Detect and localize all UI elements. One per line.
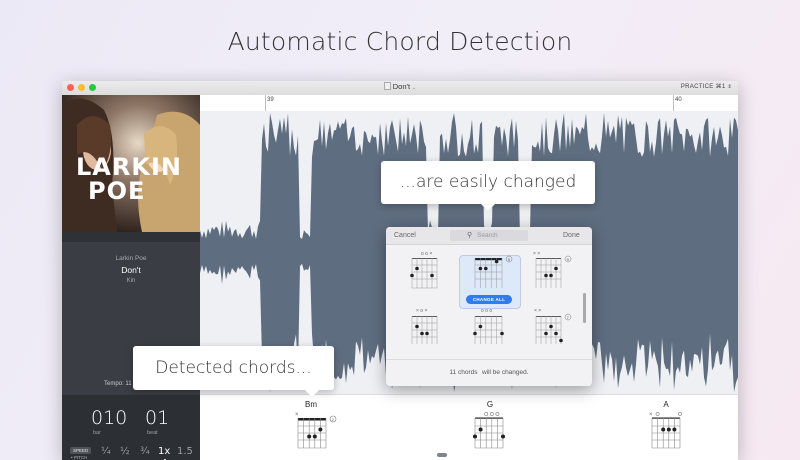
chord-picker-popover: Cancel ⚲ Search Done o o × 5 × × 9 × o ×…	[386, 227, 592, 386]
voicing-2-3: × × 7	[534, 308, 572, 344]
chord-diagram-bm[interactable]: × 2	[295, 410, 339, 450]
cover-text-line2: POE	[88, 177, 146, 205]
chevron-down-icon[interactable]: ⌄	[412, 85, 416, 91]
voicing-1-1: o o ×	[410, 251, 438, 289]
svg-text:o o ×: o o ×	[421, 251, 432, 257]
updown-chevron-icon[interactable]: ⇕	[728, 84, 733, 90]
speed-quarter-button[interactable]: ¼	[101, 446, 111, 457]
picker-scrollbar[interactable]	[583, 293, 586, 323]
chord-diagram-a[interactable]: ×	[649, 410, 687, 450]
svg-text:×: ×	[295, 412, 299, 418]
timeline-ruler[interactable]: 39 40	[200, 95, 738, 112]
done-button[interactable]: Done	[563, 232, 580, 239]
album-cover: LARKIN POE	[62, 95, 200, 232]
callout-detected-text: Detected chords...	[155, 358, 312, 378]
chord-label-a[interactable]: A	[651, 400, 681, 409]
change-all-button[interactable]: CHANGE ALL	[466, 295, 512, 304]
tempo-label: Tempo: 11	[104, 381, 132, 387]
voicing-1-2: 5	[474, 255, 513, 288]
speed-half-button[interactable]: ½	[120, 446, 130, 457]
voicing-2-1: × o ×	[411, 308, 438, 344]
bar-marker-40: 40	[675, 97, 682, 103]
svg-text:× ×: × ×	[533, 251, 540, 257]
speed-toggle[interactable]: SPEED	[70, 447, 92, 454]
cover-text-line1: LARKIN	[76, 153, 182, 181]
chord-label-g[interactable]: G	[475, 400, 505, 409]
callout-detected: Detected chords...	[133, 346, 334, 390]
practice-menu[interactable]: PRACTICE ⌘1	[681, 84, 726, 90]
title-bar: Don't ⌄ PRACTICE ⌘1 ⇕	[62, 81, 738, 96]
search-icon: ⚲	[467, 232, 473, 239]
chord-lane: Bm × 2 G A ×	[200, 394, 738, 460]
position-counter: 010 bar 01 beat SPEED • PITCH ¼ ½ ¾ 1x 1…	[62, 395, 200, 460]
album-name: Kin	[126, 278, 136, 284]
speed-three-quarter-button[interactable]: ¾	[140, 446, 150, 457]
callout-changed-text: ...are easily changed	[399, 172, 577, 192]
cancel-button[interactable]: Cancel	[394, 232, 416, 239]
callout-changed-pointer	[481, 204, 495, 211]
chord-label-bm[interactable]: Bm	[296, 400, 326, 409]
artist-name: Larkin Poe	[115, 255, 147, 262]
svg-text:9: 9	[567, 257, 570, 262]
picker-footer: 11 chords will be changed.	[386, 359, 592, 386]
bar-label: bar	[93, 430, 101, 436]
song-title: Don't	[121, 265, 141, 275]
svg-text:× o ×: × o ×	[416, 308, 427, 314]
change-count-suffix: will be changed.	[481, 369, 529, 376]
pitch-toggle[interactable]: • PITCH	[71, 455, 87, 460]
bar-value: 010	[91, 407, 128, 429]
beat-value: 01	[145, 407, 170, 429]
scroll-handle[interactable]	[437, 453, 447, 457]
search-field[interactable]: ⚲ Search	[450, 230, 528, 241]
voicing-1-3: × × 9	[533, 251, 572, 288]
cover-text: LARKIN POE	[76, 155, 182, 203]
callout-detected-pointer	[305, 390, 319, 397]
picker-toolbar: Cancel ⚲ Search Done	[386, 227, 592, 245]
svg-text:2: 2	[332, 417, 335, 422]
voicing-2-2: o o o	[473, 308, 504, 344]
svg-text:o o o: o o o	[481, 308, 492, 314]
svg-text:× ×: × ×	[534, 308, 541, 314]
bar-marker-39: 39	[267, 97, 274, 103]
svg-text:7: 7	[567, 315, 570, 320]
sidebar: LARKIN POE Larkin Poe Don't Kin Tempo: 1…	[62, 95, 200, 460]
svg-text:×: ×	[649, 412, 653, 418]
change-count: 11 chords	[449, 369, 478, 376]
svg-text:5: 5	[508, 257, 511, 262]
speed-1x-button[interactable]: 1x	[158, 446, 170, 457]
headline: Automatic Chord Detection	[227, 27, 573, 56]
speed-1-5-button[interactable]: 1.5	[177, 446, 193, 457]
window-title[interactable]: Don't	[393, 82, 410, 91]
beat-label: beat	[147, 430, 158, 436]
callout-changed: ...are easily changed	[381, 161, 595, 204]
chord-diagram-g[interactable]	[472, 410, 510, 450]
search-placeholder: Search	[477, 232, 498, 239]
document-icon	[383, 82, 391, 90]
